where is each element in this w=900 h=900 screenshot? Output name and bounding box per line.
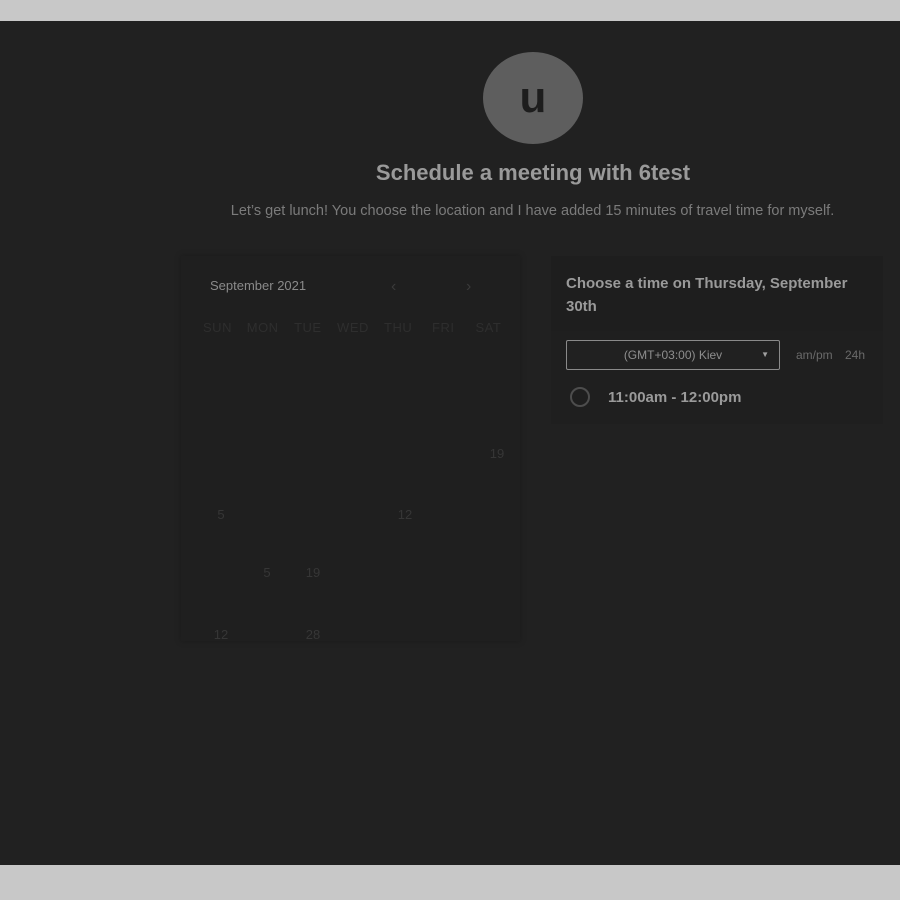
calendar-day[interactable]: 5 [206,507,236,522]
timezone-value: (GMT+03:00) Kiev [623,348,723,362]
time-panel: Choose a time on Thursday, September 30t… [551,256,883,424]
avatar-letter: u [519,73,547,122]
time-format-ampm-toggle[interactable]: am/pm [796,348,833,362]
event-description: Let’s get lunch! You choose the location… [230,203,835,219]
weekday-fri: FRI [432,320,455,335]
calendar-day[interactable]: 12 [390,507,420,522]
weekday-sat: SAT [475,320,502,335]
calendar-weekday-row: SUN MON TUE WED THU FRI SAT [195,320,511,335]
weekday-thu: THU [384,320,413,335]
time-slot-label: 11:00am - 12:00pm [608,388,742,406]
avatar: u [483,52,583,144]
scheduling-page: u Schedule a meeting with 6test Let’s ge… [0,21,900,865]
weekday-tue: TUE [294,320,322,335]
time-panel-header: Choose a time on Thursday, September 30t… [551,256,883,331]
timezone-select[interactable]: (GMT+03:00) Kiev ▼ [566,340,780,370]
radio-button[interactable] [570,387,590,407]
calendar-day[interactable]: 12 [206,627,236,642]
time-slot-option[interactable]: 11:00am - 12:00pm [570,387,741,407]
weekday-sun: SUN [203,320,232,335]
calendar-day[interactable]: 28 [298,627,328,642]
calendar-panel: September 2021 ‹ › SUN MON TUE WED THU F… [181,256,520,642]
chevron-left-icon[interactable]: ‹ [391,278,396,296]
selected-date-heading: Choose a time on Thursday, September 30t… [566,275,848,315]
calendar-day[interactable]: 19 [298,565,328,580]
calendar-day[interactable]: 5 [252,565,282,580]
caret-down-icon: ▼ [761,350,769,359]
weekday-wed: WED [337,320,369,335]
weekday-mon: MON [246,320,279,335]
page-title: Schedule a meeting with 6test [375,160,691,185]
time-format-24h-toggle[interactable]: 24h [845,348,865,362]
calendar-day[interactable]: 19 [482,446,512,461]
calendar-month-label: September 2021 [210,278,307,293]
chevron-right-icon[interactable]: › [466,278,471,296]
